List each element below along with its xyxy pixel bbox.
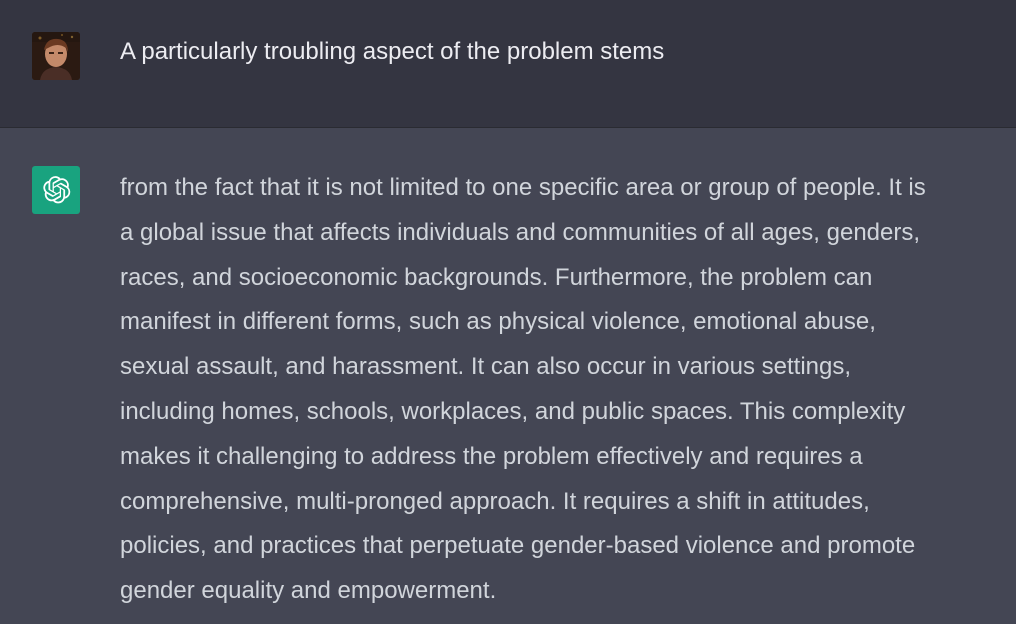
assistant-line: makes it challenging to address the prob…	[120, 442, 863, 470]
openai-logo-icon	[32, 166, 80, 214]
openai-logo-icon-svg	[43, 176, 71, 204]
user-message-row: A particularly troubling aspect of the p…	[0, 0, 1016, 128]
assistant-line: from the fact that it is not limited to …	[120, 174, 926, 201]
assistant-line: including homes, schools, workplaces, an…	[120, 397, 906, 425]
assistant-line: a global issue that affects individuals …	[120, 218, 921, 246]
assistant-line: sexual assault, and harassment. It can a…	[120, 353, 852, 381]
user-avatar-photo	[32, 32, 80, 80]
assistant-line: gender equality and empowerment.	[120, 577, 497, 605]
assistant-message-row: from the fact that it is not limited to …	[0, 128, 1016, 624]
user-message-text: A particularly troubling aspect of the p…	[120, 38, 665, 65]
assistant-line: policies, and practices that perpetuate …	[120, 532, 916, 560]
assistant-line: races, and socioeconomic backgrounds. Fu…	[120, 263, 873, 291]
assistant-line: manifest in different forms, such as phy…	[120, 308, 876, 336]
assistant-message-text: from the fact that it is not limited to …	[120, 166, 1016, 614]
user-avatar	[32, 32, 80, 80]
assistant-line: comprehensive, multi-pronged approach. I…	[120, 487, 870, 515]
